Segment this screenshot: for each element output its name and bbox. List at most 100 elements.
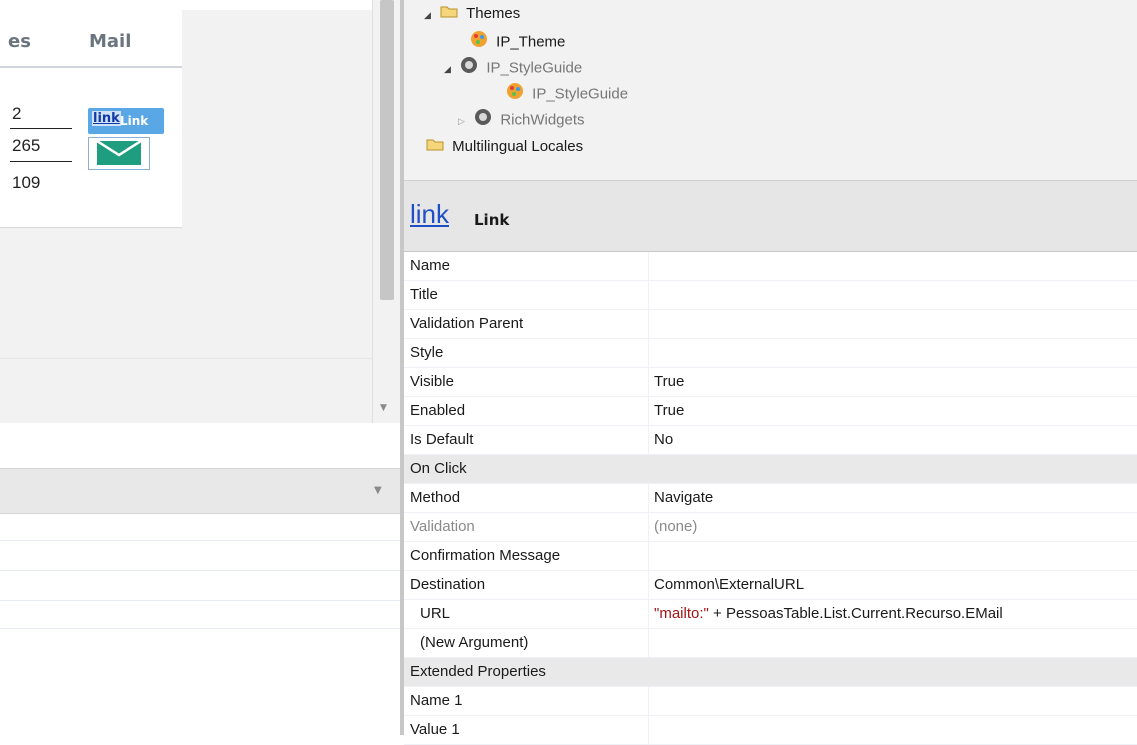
table-cell-number[interactable]: 109 [12, 173, 40, 193]
scroll-down-arrow-icon[interactable]: ▼ [380, 403, 387, 413]
tree-item-label: Multilingual Locales [452, 138, 584, 155]
column-separator [648, 600, 649, 628]
column-separator [648, 716, 649, 744]
column-separator [648, 339, 649, 367]
element-tree: ◢ Themes IP_Theme ◢ IP_StyleGuide IP_Sty… [404, 0, 1137, 180]
property-section-extended[interactable]: Extended Properties [404, 658, 1137, 687]
column-separator [648, 426, 649, 454]
property-row[interactable]: Style [404, 339, 1137, 368]
widget-type-title: Link [474, 211, 510, 229]
column-header-partial: es [8, 31, 31, 52]
property-row[interactable]: Destination Common\ExternalURL [404, 571, 1137, 600]
property-value[interactable]: No [654, 426, 673, 454]
property-name: Is Default [410, 431, 474, 448]
bottom-panel-header[interactable]: ▼ [0, 468, 400, 514]
expression-rest: + PessoasTable.List.Current.Recurso.EMai… [708, 605, 1003, 622]
tree-item-themes[interactable]: ◢ Themes [424, 3, 520, 25]
link-glyph: link [92, 111, 121, 126]
property-value[interactable]: Navigate [654, 484, 713, 512]
column-separator [648, 629, 649, 657]
column-separator [648, 687, 649, 715]
tree-item-richwidgets[interactable]: ▷ RichWidgets [458, 108, 585, 130]
widget-type-glyph: link [410, 199, 450, 229]
column-separator [648, 571, 649, 599]
property-name: Value 1 [410, 721, 460, 738]
tree-item-label: IP_StyleGuide [532, 85, 629, 103]
table-cell-number[interactable]: 2 [12, 104, 21, 124]
property-row[interactable]: Is Default No [404, 426, 1137, 455]
property-value[interactable]: Common\ExternalURL [654, 571, 804, 599]
tree-item-label: IP_StyleGuide [486, 59, 583, 77]
tree-item-label: RichWidgets [500, 111, 585, 129]
column-header-mail: Mail [89, 31, 132, 52]
collapse-triangle-icon[interactable]: ◢ [424, 4, 436, 26]
list-row-divider [0, 600, 400, 601]
column-separator [648, 281, 649, 309]
theme-palette-icon [470, 30, 488, 55]
tree-item-multilingual-locales[interactable]: Multilingual Locales [426, 136, 583, 158]
tree-item-label: IP_Theme [496, 33, 566, 51]
link-widget-label: Link [120, 114, 149, 128]
property-row[interactable]: Name 1 [404, 687, 1137, 716]
property-name: Name 1 [410, 692, 463, 709]
collapse-triangle-icon[interactable]: ◢ [444, 58, 456, 80]
property-row[interactable]: Title [404, 281, 1137, 310]
canvas-vertical-scrollbar[interactable]: ▼ [372, 0, 401, 423]
folder-icon [426, 136, 444, 158]
column-separator [648, 513, 649, 541]
theme-palette-icon [506, 82, 524, 107]
property-row-url[interactable]: URL "mailto:" + PessoasTable.List.Current… [404, 600, 1137, 629]
property-name: Name [410, 257, 451, 274]
tree-item-label: Themes [466, 5, 521, 22]
property-name: Destination [410, 576, 486, 593]
canvas-section-divider [0, 358, 382, 359]
list-row-divider [0, 570, 400, 571]
link-widget-selected[interactable]: link Link [88, 108, 164, 134]
tree-item-ip-theme[interactable]: IP_Theme [470, 30, 565, 52]
tree-item-ip-styleguide-theme[interactable]: IP_StyleGuide [506, 82, 628, 104]
expand-triangle-icon[interactable]: ▷ [458, 110, 470, 132]
module-icon [460, 56, 478, 81]
module-icon [474, 108, 492, 133]
row-divider [10, 128, 72, 129]
list-row-divider [0, 540, 400, 541]
property-row[interactable]: Name [404, 252, 1137, 281]
property-name: Validation [410, 518, 475, 535]
property-name: Method [410, 489, 461, 506]
property-name: URL [420, 605, 451, 622]
property-row[interactable]: Visible True [404, 368, 1137, 397]
property-section-on-click[interactable]: On Click [404, 455, 1137, 484]
column-separator [648, 397, 649, 425]
property-row[interactable]: Enabled True [404, 397, 1137, 426]
url-expression[interactable]: "mailto:" + PessoasTable.List.Current.Re… [654, 600, 1003, 628]
property-value[interactable]: True [654, 368, 684, 396]
mail-link-widget[interactable] [88, 137, 150, 170]
section-title: Extended Properties [410, 663, 546, 680]
property-name: Validation Parent [410, 315, 524, 332]
property-name: Style [410, 344, 444, 361]
row-divider [10, 161, 72, 162]
list-row-divider [0, 628, 400, 629]
property-row[interactable]: Method Navigate [404, 484, 1137, 513]
properties-grid: Name Title Validation Parent Style Visib… [404, 252, 1137, 745]
string-literal: "mailto:" [654, 605, 709, 622]
column-separator [648, 252, 649, 280]
property-row[interactable]: Value 1 [404, 716, 1137, 745]
properties-header: link Link [404, 180, 1137, 252]
table-cell-number[interactable]: 265 [12, 136, 40, 156]
property-row: Validation (none) [404, 513, 1137, 542]
property-value[interactable]: True [654, 397, 684, 425]
tree-item-ip-styleguide-module[interactable]: ◢ IP_StyleGuide [444, 56, 582, 78]
property-row[interactable]: Confirmation Message [404, 542, 1137, 571]
property-name: Visible [410, 373, 454, 390]
header-divider [0, 66, 182, 68]
scrollbar-thumb[interactable] [380, 0, 394, 300]
property-row[interactable]: (New Argument) [404, 629, 1137, 658]
column-separator [648, 368, 649, 396]
property-row[interactable]: Validation Parent [404, 310, 1137, 339]
column-separator [648, 542, 649, 570]
column-separator [648, 484, 649, 512]
section-title: On Click [410, 460, 467, 477]
dropdown-arrow-icon[interactable]: ▼ [374, 485, 382, 496]
card-bottom-border [0, 227, 182, 228]
